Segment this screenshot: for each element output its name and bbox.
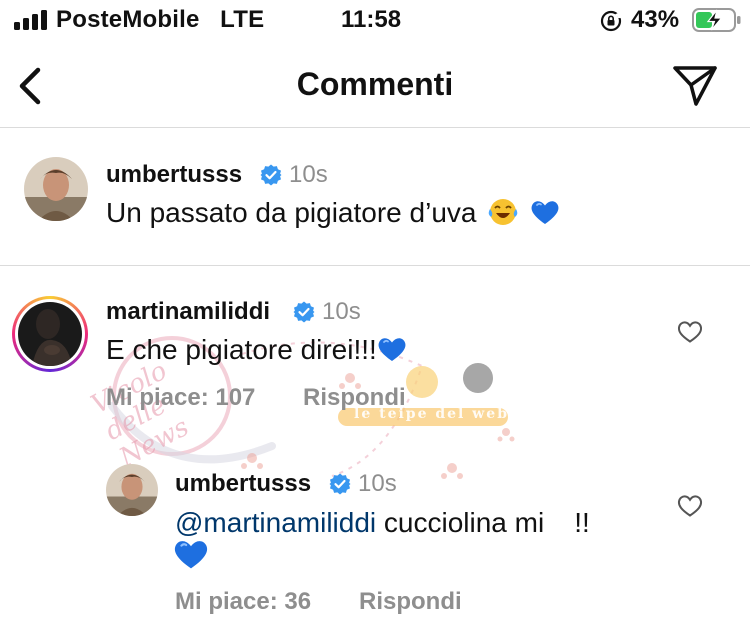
avatar[interactable]: [24, 157, 88, 221]
avatar-photo: [24, 157, 88, 221]
carrier-name: PosteMobile: [56, 6, 200, 33]
heart-outline-icon[interactable]: [677, 320, 703, 344]
rotation-lock-icon: [600, 10, 622, 32]
avatar-story-ring[interactable]: [12, 296, 88, 372]
avatar[interactable]: [106, 464, 158, 516]
caption-username[interactable]: umbertusss: [106, 161, 242, 189]
status-time: 11:58: [341, 6, 402, 33]
page-title: Commenti: [296, 66, 454, 102]
verified-badge-icon: [329, 473, 351, 495]
post-caption: umbertusss 10s Un passato da pigiatore d…: [0, 129, 750, 266]
caption-text: Un passato da pigiatore d’uva: [106, 197, 560, 229]
mention-link[interactable]: @martinamiliddi: [175, 507, 376, 538]
battery-charging-icon: [692, 8, 741, 32]
paper-plane-icon[interactable]: [672, 64, 718, 108]
network-type: LTE: [220, 6, 265, 33]
comment-text: E che pigiatore direi!!!: [106, 334, 407, 366]
comment-text-end: !!: [574, 507, 590, 538]
comment-time: 10s: [322, 298, 361, 325]
comment-time: 10s: [358, 470, 397, 497]
reply-button[interactable]: Rispondi: [303, 384, 406, 412]
comments-header: Commenti: [0, 44, 750, 128]
heart-outline-icon[interactable]: [677, 494, 703, 518]
comment-text-content: cucciolina mi: [376, 507, 545, 538]
carrier-label: PosteMobile LTE: [56, 6, 264, 34]
likes-count[interactable]: Mi piace: 36: [175, 588, 311, 616]
caption-text-content: Un passato da pigiatore d’uva: [106, 197, 477, 228]
verified-badge-icon: [293, 301, 315, 323]
comment-text-content: E che pigiatore direi!!!: [106, 334, 377, 365]
caption-time: 10s: [289, 161, 328, 188]
blue-heart-emoji-icon: [378, 338, 406, 361]
battery-percentage: 43%: [631, 6, 680, 33]
comment-username[interactable]: umbertusss: [175, 470, 311, 498]
avatar-photo: [106, 464, 158, 516]
likes-count[interactable]: Mi piace: 107: [106, 384, 255, 412]
comment-username[interactable]: martinamiliddi: [106, 298, 270, 326]
blue-heart-emoji-icon: [531, 201, 559, 224]
status-bar: PosteMobile LTE 11:58 43%: [0, 0, 750, 44]
tears-of-joy-emoji-icon: [488, 199, 518, 225]
signal-icon: [14, 10, 50, 30]
avatar-photo: [18, 302, 82, 366]
blue-heart-emoji-icon: [174, 541, 208, 569]
reply-button[interactable]: Rispondi: [359, 588, 462, 616]
verified-badge-icon: [260, 164, 282, 186]
comment-text: @martinamiliddi cucciolina mi!!: [175, 507, 590, 539]
